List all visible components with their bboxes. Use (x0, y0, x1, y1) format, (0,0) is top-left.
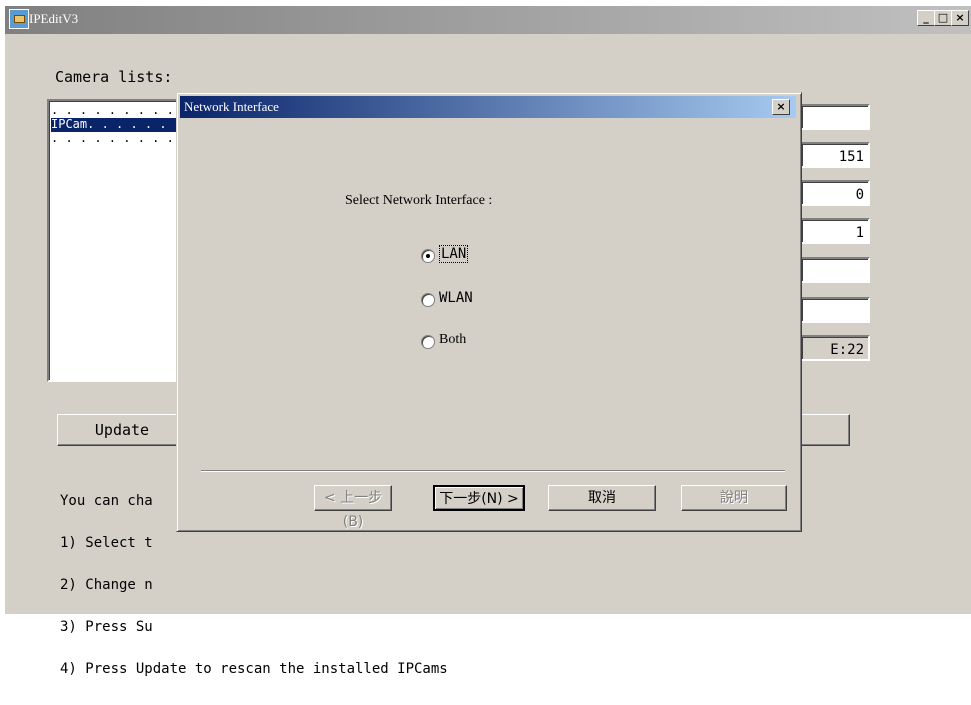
back-button[interactable]: < 上一步(B) (314, 485, 392, 530)
help-button[interactable]: 說明 (681, 485, 787, 511)
select-interface-prompt: Select Network Interface : (345, 193, 493, 208)
radio-unchecked-icon[interactable] (421, 293, 435, 307)
instruction-line: 4) Press Update to rescan the installed … (60, 661, 448, 677)
camera-list-label: Camera lists: (55, 68, 173, 86)
list-item[interactable]: . . . . . . . . . . . . . (51, 104, 183, 118)
port-field[interactable] (800, 297, 870, 323)
radio-label-both: Both (439, 332, 467, 347)
camera-listbox[interactable]: . . . . . . . . . . . . . IPCam. . . . .… (47, 99, 188, 382)
submit-button[interactable] (795, 414, 850, 446)
dialog-title: Network Interface (184, 99, 279, 114)
update-button[interactable]: Update (57, 414, 187, 446)
gateway-field[interactable]: 1 (800, 218, 870, 244)
subnet-field[interactable]: 0 (800, 180, 870, 206)
dialog-separator (201, 470, 785, 472)
radio-label-wlan: WLAN (439, 290, 473, 306)
window-title: IPEditV3 (29, 11, 79, 26)
list-item-selected[interactable]: IPCam. . . . . . . (51, 118, 183, 132)
instruction-line: 1) Select t (60, 535, 153, 551)
maximize-icon[interactable]: □ (934, 10, 952, 26)
radio-label-lan: LAN (439, 245, 469, 263)
minimize-icon[interactable]: _ (917, 10, 935, 26)
mac-address-field: E:22 (800, 335, 870, 361)
network-interface-dialog: Network Interface × Select Network Inter… (176, 92, 802, 532)
radio-checked-icon[interactable] (421, 249, 435, 263)
instruction-line: 3) Press Su (60, 619, 153, 635)
dns-field[interactable] (800, 257, 870, 283)
app-icon (9, 9, 29, 29)
close-icon[interactable]: × (951, 10, 969, 26)
dialog-title-bar[interactable]: Network Interface × (180, 96, 796, 118)
cancel-button[interactable]: 取消 (548, 485, 656, 511)
camera-name-field[interactable] (800, 104, 870, 130)
radio-unchecked-icon[interactable] (421, 335, 435, 349)
next-button[interactable]: 下一步(N) > (433, 485, 525, 511)
list-item[interactable]: . . . . . . . . . . . . . (51, 132, 183, 146)
dialog-close-icon[interactable]: × (772, 99, 790, 115)
instruction-line: 2) Change n (60, 577, 153, 593)
ip-address-field[interactable]: 151 (800, 142, 870, 168)
main-title-bar[interactable]: IPEditV3 _ □ × (5, 6, 971, 34)
